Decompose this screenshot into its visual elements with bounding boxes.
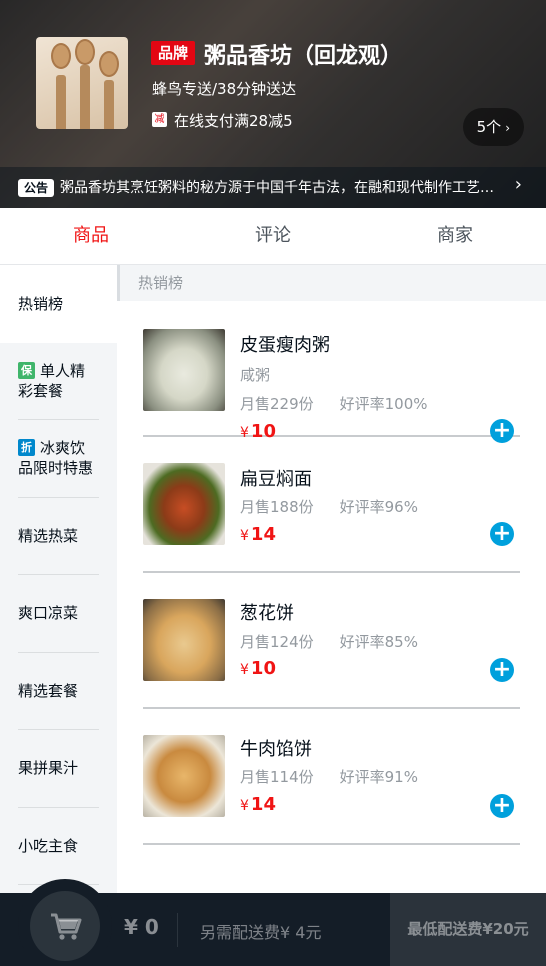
food-image xyxy=(143,735,225,817)
food-name: 牛肉馅饼 xyxy=(240,739,312,760)
cart-divider xyxy=(177,913,178,947)
discount-icon: 减 xyxy=(152,112,167,127)
food-price: ¥14 xyxy=(240,524,276,545)
food-item[interactable]: 扁豆焖面 月售188份 好评率96% ¥14 + xyxy=(143,437,520,573)
food-name: 葱花饼 xyxy=(240,603,294,624)
add-circle-icon[interactable]: + xyxy=(490,522,514,546)
cart-icon xyxy=(30,891,100,961)
foods-list: 热销榜 皮蛋瘦肉粥 咸粥 月售229份 好评率100% ¥10 + 扁豆焖面 月售… xyxy=(117,265,546,893)
menu-item-hot-dishes[interactable]: 精选热菜 xyxy=(0,498,117,575)
delivery-fee: 另需配送费¥ 4元 xyxy=(200,923,322,942)
shopcart-bar: ¥ 0 另需配送费¥ 4元 最低配送费¥20元 xyxy=(0,879,546,966)
menu-item-label: 精选热菜 xyxy=(18,526,79,545)
menu-item-label: 爽口凉菜 xyxy=(18,604,79,623)
bulletin-tag: 公告 xyxy=(18,179,54,197)
menu-item-label: 精选套餐 xyxy=(18,681,79,700)
menu-item-label: 小吃主食 xyxy=(18,836,79,855)
food-price: ¥10 xyxy=(240,658,276,679)
chevron-right-icon: › xyxy=(505,121,510,135)
support-text: 在线支付满28减5 xyxy=(174,112,293,130)
add-circle-icon[interactable]: + xyxy=(490,658,514,682)
food-item[interactable]: 葱花饼 月售124份 好评率85% ¥10 + xyxy=(143,573,520,709)
menu-item-set-meals[interactable]: 精选套餐 xyxy=(0,653,117,730)
food-stats: 月售188份 好评率96% xyxy=(240,496,418,517)
menu-item-single-set[interactable]: 保单人精彩套餐 xyxy=(0,343,117,420)
food-name: 皮蛋瘦肉粥 xyxy=(240,335,330,356)
add-circle-icon[interactable]: + xyxy=(490,794,514,818)
menu-item-snacks[interactable]: 小吃主食 xyxy=(0,808,117,885)
cart-total-price: ¥ 0 xyxy=(124,915,159,939)
brand-badge: 品牌 xyxy=(151,41,195,65)
menu-item-cold-dishes[interactable]: 爽口凉菜 xyxy=(0,575,117,653)
food-image xyxy=(143,463,225,545)
menu-item-hot[interactable]: 热销榜 xyxy=(0,265,117,343)
food-sell-count: 月售188份 xyxy=(240,498,314,516)
section-title: 热销榜 xyxy=(117,265,546,301)
food-rating: 好评率96% xyxy=(339,498,418,516)
guarantee-icon: 保 xyxy=(18,361,35,379)
food-item[interactable]: 皮蛋瘦肉粥 咸粥 月售229份 好评率100% ¥10 + xyxy=(143,301,520,443)
tab-goods[interactable]: 商品 xyxy=(0,208,182,264)
food-price: ¥14 xyxy=(240,794,276,815)
food-description: 咸粥 xyxy=(240,366,271,384)
food-image xyxy=(143,599,225,681)
food-stats: 月售114份 好评率91% xyxy=(240,766,418,787)
tab-seller[interactable]: 商家 xyxy=(364,208,546,264)
food-sell-count: 月售229份 xyxy=(240,395,314,413)
shop-avatar xyxy=(36,37,128,129)
food-stats: 月售124份 好评率85% xyxy=(240,631,418,652)
support-count-button[interactable]: 5个 › xyxy=(462,108,524,146)
menu-item-fruit-juice[interactable]: 果拼果汁 xyxy=(0,730,117,808)
food-name: 扁豆焖面 xyxy=(240,469,312,490)
checkout-button[interactable]: 最低配送费¥20元 xyxy=(390,893,546,966)
tab-ratings[interactable]: 评论 xyxy=(182,208,364,264)
food-rating: 好评率85% xyxy=(339,633,418,651)
menu-item-label: 热销榜 xyxy=(18,294,64,313)
food-sell-count: 月售124份 xyxy=(240,633,314,651)
menu-item-label: 果拼果汁 xyxy=(18,759,79,778)
menu-sidebar: 热销榜 保单人精彩套餐 折冰爽饮品限时特惠 精选热菜 爽口凉菜 精选套餐 果拼果… xyxy=(0,265,117,893)
menu-item-drinks[interactable]: 折冰爽饮品限时特惠 xyxy=(0,420,117,498)
discount-icon: 折 xyxy=(18,439,35,457)
tab-bar: 商品 评论 商家 xyxy=(0,208,546,265)
food-rating: 好评率91% xyxy=(339,768,418,786)
food-image xyxy=(143,329,225,411)
bulletin-bar[interactable]: 公告 粥品香坊其烹饪粥料的秘方源于中国千年古法，在融和现代制作工艺，由世界烹饪大… xyxy=(0,167,546,208)
support-count-label: 5个 xyxy=(476,118,502,136)
food-rating: 好评率100% xyxy=(339,395,428,413)
cart-button[interactable] xyxy=(18,879,112,966)
delivery-description: 蜂鸟专送/38分钟送达 xyxy=(152,80,297,98)
bulletin-text: 粥品香坊其烹饪粥料的秘方源于中国千年古法，在融和现代制作工艺，由世界烹饪大师屈浩… xyxy=(60,180,500,196)
shop-name: 粥品香坊（回龙观） xyxy=(204,44,403,69)
food-sell-count: 月售114份 xyxy=(240,768,314,786)
food-item[interactable]: 牛肉馅饼 月售114份 好评率91% ¥14 + xyxy=(143,709,520,845)
food-stats: 月售229份 好评率100% xyxy=(240,393,428,414)
chevron-right-icon: › xyxy=(514,174,522,195)
